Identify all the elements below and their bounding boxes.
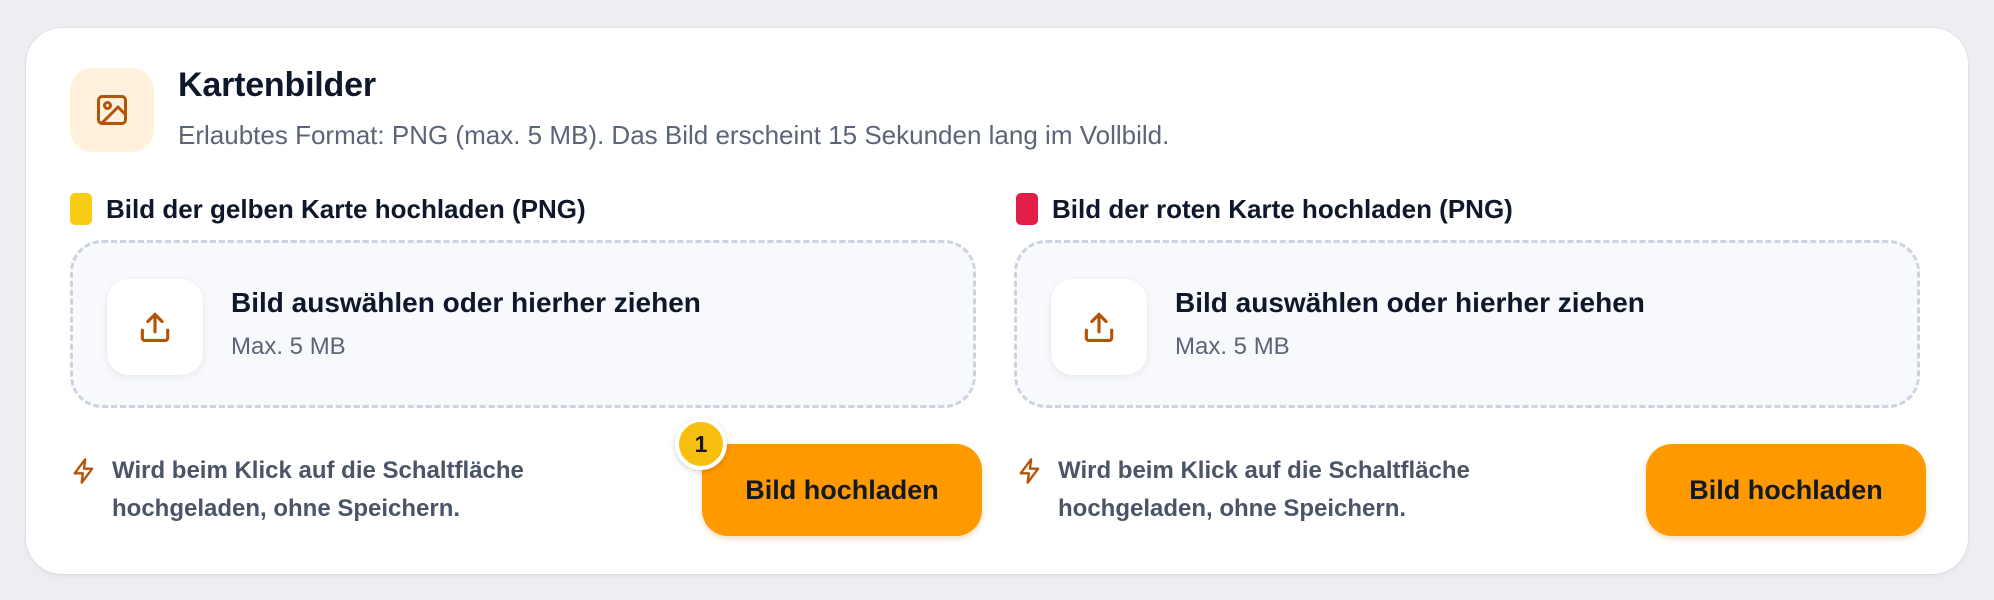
red-upload-button[interactable]: Bild hochladen bbox=[1646, 444, 1926, 536]
bolt-icon bbox=[73, 458, 94, 484]
red-swatch bbox=[1016, 193, 1038, 225]
yellow-swatch bbox=[70, 193, 92, 225]
red-card-label: Bild der roten Karte hochladen (PNG) bbox=[1016, 191, 1513, 227]
step-badge: 1 bbox=[675, 418, 727, 470]
note-text: Wird beim Klick auf die Schaltfläche hoc… bbox=[112, 457, 524, 522]
upload-icon bbox=[1051, 279, 1147, 375]
panel-subtitle: Erlaubtes Format: PNG (max. 5 MB). Das B… bbox=[178, 120, 1170, 150]
red-card-dropzone[interactable]: Bild auswählen oder hierher ziehen Max. … bbox=[1014, 240, 1920, 408]
upload-icon bbox=[107, 279, 203, 375]
dropzone-subtitle: Max. 5 MB bbox=[1175, 333, 1290, 360]
red-card-note: Wird beim Klick auf die Schaltfläche hoc… bbox=[1016, 452, 1576, 528]
red-card-label-text: Bild der roten Karte hochladen (PNG) bbox=[1052, 193, 1513, 224]
dropzone-subtitle: Max. 5 MB bbox=[231, 333, 346, 360]
bolt-icon bbox=[1019, 458, 1040, 484]
image-icon bbox=[70, 68, 154, 152]
yellow-card-label: Bild der gelben Karte hochladen (PNG) bbox=[70, 191, 586, 227]
dropzone-title: Bild auswählen oder hierher ziehen bbox=[231, 287, 701, 318]
yellow-upload-button[interactable]: Bild hochladen bbox=[702, 444, 982, 536]
card-images-panel: Kartenbilder Erlaubtes Format: PNG (max.… bbox=[26, 28, 1968, 574]
yellow-card-label-text: Bild der gelben Karte hochladen (PNG) bbox=[106, 193, 586, 224]
dropzone-title: Bild auswählen oder hierher ziehen bbox=[1175, 287, 1645, 318]
yellow-card-dropzone[interactable]: Bild auswählen oder hierher ziehen Max. … bbox=[70, 240, 976, 408]
yellow-card-note: Wird beim Klick auf die Schaltfläche hoc… bbox=[70, 452, 630, 528]
panel-title: Kartenbilder bbox=[178, 66, 376, 104]
note-text: Wird beim Klick auf die Schaltfläche hoc… bbox=[1058, 457, 1470, 522]
